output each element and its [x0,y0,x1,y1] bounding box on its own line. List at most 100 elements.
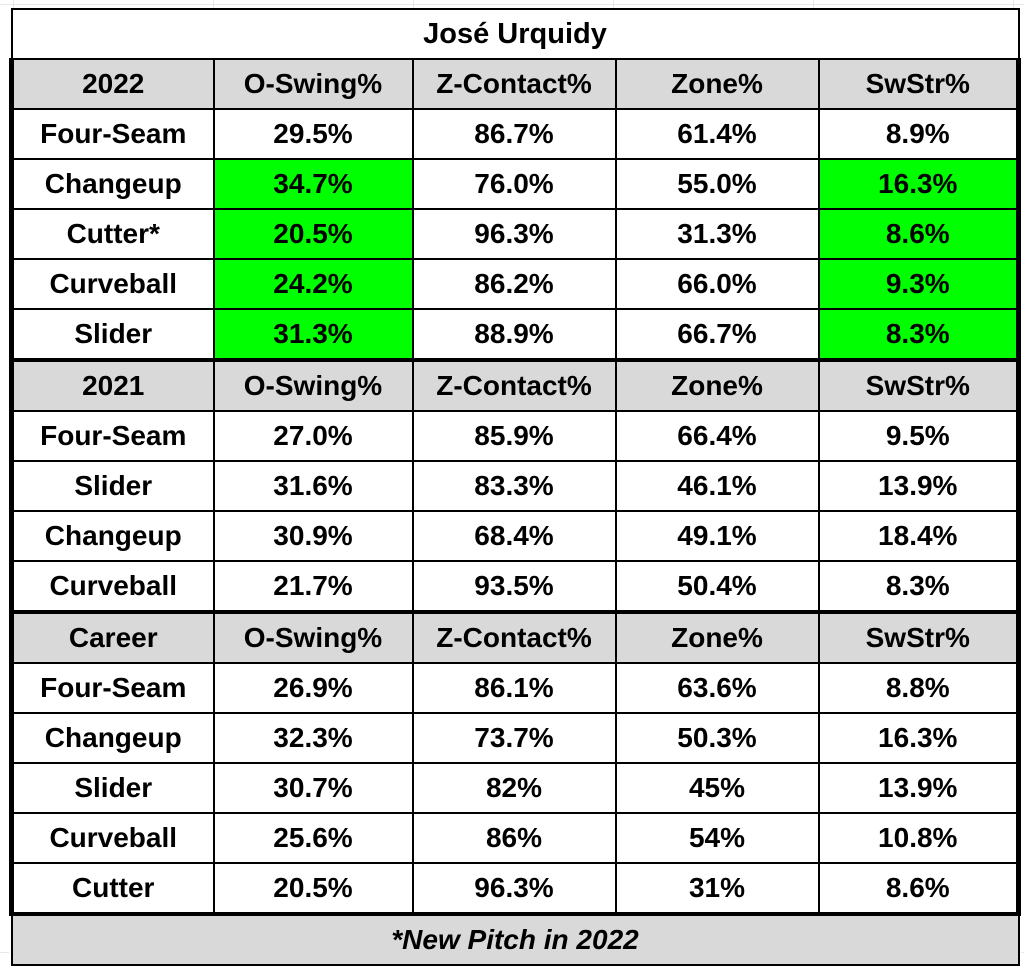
stat-cell-z-contact: 86% [411,812,617,864]
column-header-swstr: SwStr% [817,611,1022,664]
stat-cell-o-swing: 31.6% [212,460,414,512]
stat-cell-zone: 31% [614,862,820,916]
table-row: Cutter* 20.5% 96.3% 31.3% 8.6% [9,208,1022,260]
table-row: Slider 30.7% 82% 45% 13.9% [9,762,1022,814]
column-header-zone: Zone% [614,359,820,412]
pitch-name-cell: Four-Seam [9,410,215,462]
stat-cell-o-swing: 20.5% [212,208,414,260]
pitch-name-cell: Changeup [9,510,215,562]
footnote-text: *New Pitch in 2022 [10,913,1020,966]
column-header-o-swing: O-Swing% [212,359,414,412]
stat-cell-swstr: 16.3% [817,158,1022,210]
stat-cell-o-swing: 34.7% [212,158,414,210]
pitch-name-cell: Slider [9,308,215,362]
stat-cell-swstr: 10.8% [817,812,1022,864]
stat-cell-z-contact: 76.0% [411,158,617,210]
column-header-z-contact: Z-Contact% [411,58,617,110]
stat-cell-swstr: 18.4% [817,510,1022,562]
column-header-zone: Zone% [614,611,820,664]
stat-cell-o-swing: 27.0% [212,410,414,462]
stat-cell-zone: 55.0% [614,158,820,210]
stat-cell-z-contact: 86.2% [411,258,617,310]
stat-cell-zone: 50.4% [614,560,820,614]
pitch-name-cell: Curveball [9,812,215,864]
pitch-name-cell: Cutter [9,862,215,916]
column-header-swstr: SwStr% [817,359,1022,412]
stat-cell-swstr: 9.3% [817,258,1022,310]
page-title: José Urquidy [10,8,1020,60]
section-header-row-career: Career O-Swing% Z-Contact% Zone% SwStr% [9,611,1022,664]
table-row: Four-Seam 27.0% 85.9% 66.4% 9.5% [9,410,1022,462]
stat-cell-z-contact: 68.4% [411,510,617,562]
pitch-name-cell: Slider [9,460,215,512]
stat-cell-swstr: 8.8% [817,662,1022,714]
table-row: Four-Seam 29.5% 86.7% 61.4% 8.9% [9,108,1022,160]
table-row: Curveball 25.6% 86% 54% 10.8% [9,812,1022,864]
column-header-o-swing: O-Swing% [212,58,414,110]
stat-cell-swstr: 9.5% [817,410,1022,462]
stat-cell-zone: 61.4% [614,108,820,160]
section-header-row-2022: 2022 O-Swing% Z-Contact% Zone% SwStr% [9,58,1022,110]
stat-cell-o-swing: 31.3% [212,308,414,362]
stat-cell-o-swing: 30.9% [212,510,414,562]
section-label-2022: 2022 [9,58,215,110]
stat-cell-z-contact: 88.9% [411,308,617,362]
stat-cell-o-swing: 26.9% [212,662,414,714]
stat-cell-zone: 66.0% [614,258,820,310]
column-header-swstr: SwStr% [817,58,1022,110]
stat-cell-z-contact: 85.9% [411,410,617,462]
pitch-name-cell: Slider [9,762,215,814]
pitch-name-cell: Changeup [9,158,215,210]
stat-cell-o-swing: 20.5% [212,862,414,916]
stat-cell-swstr: 8.6% [817,208,1022,260]
stat-cell-z-contact: 86.7% [411,108,617,160]
pitch-name-cell: Four-Seam [9,108,215,160]
stat-cell-zone: 46.1% [614,460,820,512]
section-header-row-2021: 2021 O-Swing% Z-Contact% Zone% SwStr% [9,359,1022,412]
stat-cell-zone: 45% [614,762,820,814]
column-header-zone: Zone% [614,58,820,110]
pitch-name-cell: Cutter* [9,208,215,260]
column-header-z-contact: Z-Contact% [411,359,617,412]
stat-cell-zone: 66.4% [614,410,820,462]
column-header-z-contact: Z-Contact% [411,611,617,664]
section-label-career: Career [9,611,215,664]
pitch-name-cell: Curveball [9,258,215,310]
stat-cell-zone: 63.6% [614,662,820,714]
stat-cell-z-contact: 83.3% [411,460,617,512]
stat-cell-o-swing: 24.2% [212,258,414,310]
stat-cell-z-contact: 82% [411,762,617,814]
table-row: Changeup 30.9% 68.4% 49.1% 18.4% [9,510,1022,562]
stat-cell-swstr: 13.9% [817,460,1022,512]
stat-cell-swstr: 8.9% [817,108,1022,160]
stat-cell-zone: 31.3% [614,208,820,260]
stat-cell-zone: 54% [614,812,820,864]
stat-cell-o-swing: 32.3% [212,712,414,764]
stat-cell-z-contact: 96.3% [411,862,617,916]
table-row: Changeup 32.3% 73.7% 50.3% 16.3% [9,712,1022,764]
stat-cell-zone: 49.1% [614,510,820,562]
table-row: Slider 31.6% 83.3% 46.1% 13.9% [9,460,1022,512]
stat-cell-o-swing: 29.5% [212,108,414,160]
footnote-row: *New Pitch in 2022 [10,913,1020,966]
pitch-name-cell: Changeup [9,712,215,764]
stat-cell-swstr: 8.6% [817,862,1022,916]
stat-cell-swstr: 8.3% [817,308,1022,362]
section-label-2021: 2021 [9,359,215,412]
table-row: Changeup 34.7% 76.0% 55.0% 16.3% [9,158,1022,210]
stat-cell-swstr: 13.9% [817,762,1022,814]
pitch-stats-table: José Urquidy 2022 O-Swing% Z-Contact% Zone% S… [9,8,1022,966]
table-row: Curveball 24.2% 86.2% 66.0% 9.3% [9,258,1022,310]
stat-cell-z-contact: 73.7% [411,712,617,764]
table-row: Cutter 20.5% 96.3% 31% 8.6% [9,862,1022,916]
stat-cell-zone: 50.3% [614,712,820,764]
title-row: José Urquidy [10,8,1020,60]
stat-cell-z-contact: 93.5% [411,560,617,614]
stat-cell-z-contact: 86.1% [411,662,617,714]
stat-cell-swstr: 8.3% [817,560,1022,614]
table-row: Curveball 21.7% 93.5% 50.4% 8.3% [9,560,1022,614]
table-row: Slider 31.3% 88.9% 66.7% 8.3% [9,308,1022,362]
pitch-name-cell: Curveball [9,560,215,614]
stat-cell-zone: 66.7% [614,308,820,362]
table-row: Four-Seam 26.9% 86.1% 63.6% 8.8% [9,662,1022,714]
